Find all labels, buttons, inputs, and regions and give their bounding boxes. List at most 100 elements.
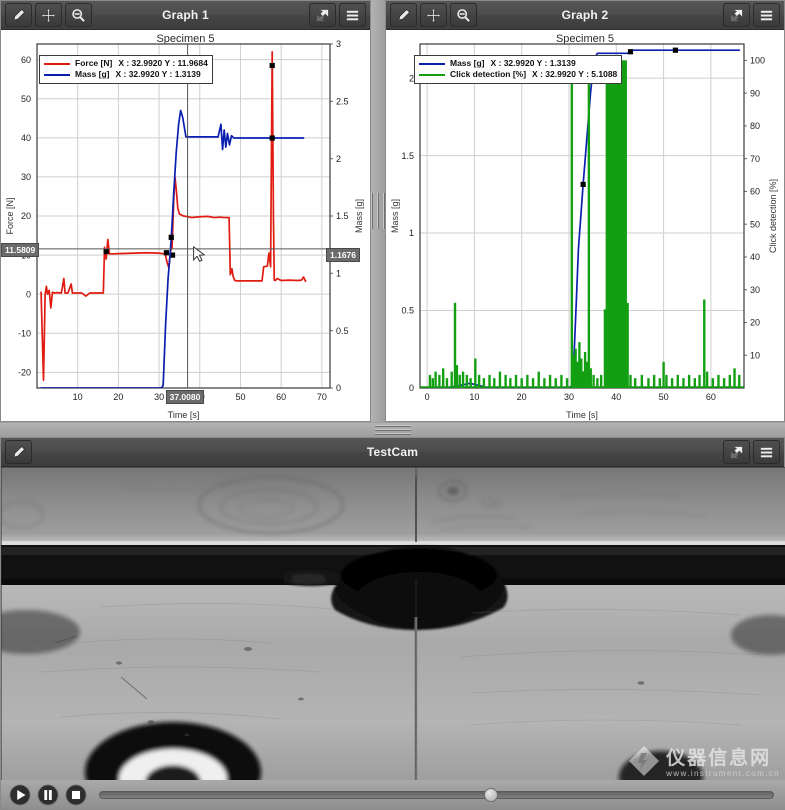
svg-text:30: 30 bbox=[750, 285, 760, 295]
graph1-plot-body[interactable]: Specimen 5 10203040506070-20-10010203040… bbox=[1, 30, 370, 421]
svg-text:60: 60 bbox=[21, 55, 31, 65]
menu-icon[interactable] bbox=[339, 3, 366, 27]
svg-text:1.5: 1.5 bbox=[336, 211, 349, 221]
watermark-text: 仪器信息网 www.instrument.com.cn bbox=[666, 748, 780, 779]
svg-text:0.5: 0.5 bbox=[401, 306, 414, 316]
zoom-out-icon[interactable] bbox=[65, 3, 92, 27]
testcam-titlebar: TestCam bbox=[1, 438, 784, 467]
graph1-panel: Graph 1 Specimen 5 10203040506070-20-100… bbox=[0, 0, 371, 422]
graph1-cursor-x-chip: 37.0080 bbox=[165, 390, 205, 404]
testcam-video-frame bbox=[1, 467, 785, 782]
graph1-canvas[interactable]: 10203040506070-20-10010203040506000.511.… bbox=[1, 30, 370, 422]
svg-text:Mass [g]: Mass [g] bbox=[354, 199, 364, 233]
svg-text:60: 60 bbox=[276, 392, 286, 402]
graph1-toolbar-left bbox=[5, 3, 92, 27]
svg-text:20: 20 bbox=[750, 318, 760, 328]
legend-label: Force [N] bbox=[75, 58, 113, 68]
svg-text:Time [s]: Time [s] bbox=[566, 410, 598, 420]
legend-swatch bbox=[419, 62, 445, 65]
svg-text:70: 70 bbox=[750, 154, 760, 164]
watermark-cn: 仪器信息网 bbox=[666, 748, 772, 769]
svg-text:0: 0 bbox=[336, 383, 341, 393]
svg-text:1: 1 bbox=[336, 269, 341, 279]
seek-bar[interactable] bbox=[99, 788, 774, 802]
svg-text:50: 50 bbox=[235, 392, 245, 402]
legend-row: Mass [g] X : 32.9920 Y : 1.3139 bbox=[44, 69, 208, 80]
svg-text:3: 3 bbox=[336, 39, 341, 49]
legend-swatch bbox=[44, 62, 70, 65]
menu-icon[interactable] bbox=[753, 3, 780, 27]
svg-text:-20: -20 bbox=[18, 368, 31, 378]
horizontal-splitter[interactable] bbox=[0, 423, 785, 437]
svg-text:10: 10 bbox=[469, 392, 479, 402]
legend-row: Click detection [%] X : 32.9920 Y : 5.108… bbox=[419, 69, 617, 80]
graph2-titlebar: Graph 2 bbox=[386, 1, 784, 30]
testcam-title: TestCam bbox=[366, 445, 419, 459]
zoom-out-icon[interactable] bbox=[450, 3, 477, 27]
testcam-panel: TestCam 仪器信息网 www.instrument.com.cn bbox=[0, 437, 785, 810]
svg-text:20: 20 bbox=[21, 211, 31, 221]
legend-row: Force [N] X : 32.9920 Y : 11.9684 bbox=[44, 58, 208, 69]
svg-text:1: 1 bbox=[409, 228, 414, 238]
svg-text:Mass [g]: Mass [g] bbox=[390, 199, 400, 233]
graph2-toolbar-right bbox=[723, 3, 780, 27]
watermark-logo-icon bbox=[629, 746, 660, 776]
svg-text:90: 90 bbox=[750, 88, 760, 98]
menu-icon[interactable] bbox=[753, 440, 780, 464]
pan-icon[interactable] bbox=[420, 3, 447, 27]
seek-track[interactable] bbox=[99, 791, 774, 799]
svg-text:Time [s]: Time [s] bbox=[168, 410, 200, 420]
graph1-toolbar-right bbox=[309, 3, 366, 27]
graph2-canvas[interactable]: 0 10 20 30 40 50 6000.511.52102030405060708090… bbox=[386, 30, 784, 422]
graph2-plot-body[interactable]: Specimen 5 0 10 20 30 40 50 60 0 0.5 1 1.5 2 10 20 30 4… bbox=[386, 30, 784, 421]
maximize-icon[interactable] bbox=[723, 440, 750, 464]
svg-text:2.5: 2.5 bbox=[336, 97, 349, 107]
horizontal-splitter-grip bbox=[374, 423, 411, 437]
graph1-cursor-yleft-chip: 11.5809 bbox=[1, 242, 40, 257]
legend-label: Mass [g] bbox=[450, 58, 485, 68]
legend-swatch bbox=[419, 73, 445, 76]
svg-text:30: 30 bbox=[564, 392, 574, 402]
svg-text:10: 10 bbox=[73, 392, 83, 402]
graph1-cursor-yright-chip: 1.1676 bbox=[326, 248, 360, 263]
svg-text:60: 60 bbox=[750, 187, 760, 197]
maximize-icon[interactable] bbox=[723, 3, 750, 27]
legend-label: Mass [g] bbox=[75, 69, 110, 79]
maximize-icon[interactable] bbox=[309, 3, 336, 27]
graph2-legend: Mass [g] X : 32.9920 Y : 1.3139 Click dete… bbox=[414, 55, 623, 84]
edit-icon[interactable] bbox=[5, 440, 32, 464]
testcam-video[interactable]: 仪器信息网 www.instrument.com.cn bbox=[1, 467, 785, 782]
vertical-splitter[interactable] bbox=[371, 0, 385, 422]
svg-text:30: 30 bbox=[21, 172, 31, 182]
legend-readout: X : 32.9920 Y : 1.3139 bbox=[490, 58, 576, 68]
testcam-toolbar-left bbox=[5, 440, 32, 464]
seek-handle[interactable] bbox=[483, 788, 498, 802]
svg-text:0.5: 0.5 bbox=[336, 326, 349, 336]
svg-text:20: 20 bbox=[517, 392, 527, 402]
edit-icon[interactable] bbox=[5, 3, 32, 27]
svg-text:30: 30 bbox=[154, 392, 164, 402]
stop-button[interactable] bbox=[65, 783, 87, 806]
svg-text:40: 40 bbox=[750, 252, 760, 262]
pan-icon[interactable] bbox=[35, 3, 62, 27]
svg-text:0: 0 bbox=[26, 289, 31, 299]
legend-swatch bbox=[44, 73, 70, 76]
graph1-legend: Force [N] X : 32.9920 Y : 11.9684 Mass [g]… bbox=[39, 55, 213, 84]
svg-text:10: 10 bbox=[750, 350, 760, 360]
svg-text:50: 50 bbox=[21, 94, 31, 104]
svg-text:Click detection [%]: Click detection [%] bbox=[768, 179, 778, 253]
legend-label: Click detection [%] bbox=[450, 69, 527, 79]
svg-text:0: 0 bbox=[425, 392, 430, 402]
edit-icon[interactable] bbox=[390, 3, 417, 27]
svg-text:40: 40 bbox=[21, 133, 31, 143]
legend-readout: X : 32.9920 Y : 1.3139 bbox=[115, 69, 201, 79]
playback-controls bbox=[1, 780, 785, 809]
graph2-panel: Graph 2 Specimen 5 0 10 20 30 40 50 60 0 0.5 1 1.5… bbox=[385, 0, 785, 422]
svg-text:100: 100 bbox=[750, 56, 765, 66]
svg-text:1.5: 1.5 bbox=[401, 151, 414, 161]
svg-text:70: 70 bbox=[317, 392, 327, 402]
testcam-toolbar-right bbox=[723, 440, 780, 464]
play-button[interactable] bbox=[9, 783, 31, 806]
graph2-toolbar-left bbox=[390, 3, 477, 27]
pause-button[interactable] bbox=[37, 783, 59, 806]
